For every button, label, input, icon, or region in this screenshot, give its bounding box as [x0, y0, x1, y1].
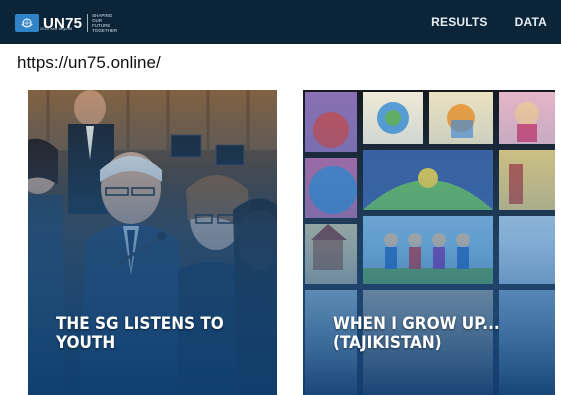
logo-divider: [87, 14, 89, 32]
card-title-line2: (TAJIKISTAN): [333, 333, 442, 353]
nav-results-link[interactable]: RESULTS: [431, 15, 488, 29]
nav-data-link[interactable]: DATA: [515, 15, 547, 29]
card-title-line1: WHEN I GROW UP...: [333, 314, 500, 334]
logo-subtext: 2020 and beyond: [40, 27, 73, 31]
top-navigation-bar: UN75 Shaping our future together 2020 an…: [0, 0, 561, 44]
card-title-line1: THE SG LISTENS TO: [56, 314, 224, 334]
page-url-text: https://un75.online/: [17, 53, 161, 72]
main-nav: RESULTS DATA: [431, 15, 547, 29]
card-title: WHEN I GROW UP... (TAJIKISTAN): [333, 315, 500, 353]
un-emblem-icon: [15, 14, 39, 32]
card-title: THE SG LISTENS TO YOUTH: [56, 315, 224, 353]
card-title-line2: YOUTH: [56, 333, 116, 353]
story-card-when-i-grow-up[interactable]: WHEN I GROW UP... (TAJIKISTAN): [303, 90, 555, 395]
logo-tagline: Shaping our future together: [92, 13, 118, 33]
story-card-sg-listens[interactable]: THE SG LISTENS TO YOUTH: [28, 90, 277, 395]
